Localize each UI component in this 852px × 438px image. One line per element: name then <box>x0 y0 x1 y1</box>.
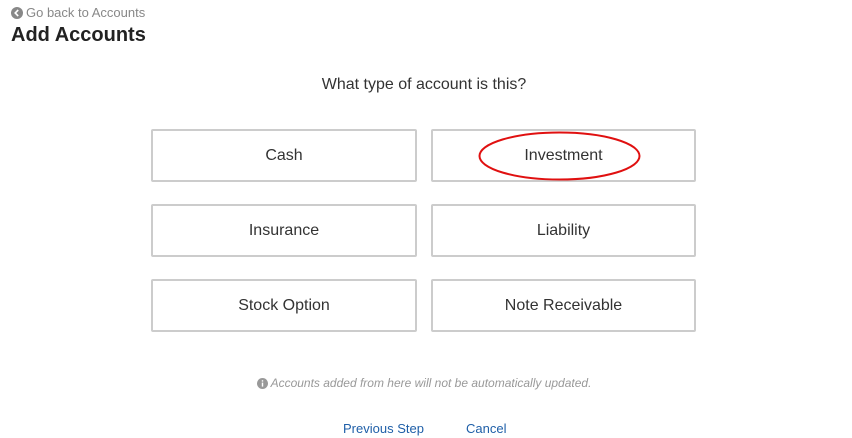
account-type-label: Stock Option <box>238 296 330 314</box>
account-type-label: Liability <box>536 221 591 239</box>
back-to-accounts-link[interactable]: Go back to Accounts <box>11 5 145 20</box>
account-type-label: Note Receivable <box>504 296 623 314</box>
arrow-circle-left-icon <box>11 6 23 19</box>
account-type-investment-button[interactable]: Investment <box>431 129 696 182</box>
account-type-stock-option-button[interactable]: Stock Option <box>151 279 417 332</box>
account-type-label: Investment <box>524 146 603 164</box>
account-type-question: What type of account is this? <box>321 76 527 93</box>
back-link-label: Go back to Accounts <box>26 5 146 20</box>
account-type-grid: Cash Investment Insurance Liability Stoc… <box>151 129 696 332</box>
page-title: Add Accounts <box>11 24 146 46</box>
account-type-label: Cash <box>265 146 303 164</box>
account-type-liability-button[interactable]: Liability <box>431 204 696 257</box>
previous-step-link[interactable]: Previous Step <box>343 421 424 436</box>
account-type-label: Insurance <box>248 221 320 239</box>
info-note: Accounts added from here will not be aut… <box>0 376 848 390</box>
cancel-link[interactable]: Cancel <box>466 421 506 436</box>
account-type-cash-button[interactable]: Cash <box>151 129 417 182</box>
info-note-text: Accounts added from here will not be aut… <box>270 376 592 390</box>
info-circle-icon <box>256 377 268 389</box>
account-type-insurance-button[interactable]: Insurance <box>151 204 417 257</box>
add-accounts-page: Go back to Accounts Add Accounts What ty… <box>0 0 852 438</box>
account-type-note-receivable-button[interactable]: Note Receivable <box>431 279 696 332</box>
